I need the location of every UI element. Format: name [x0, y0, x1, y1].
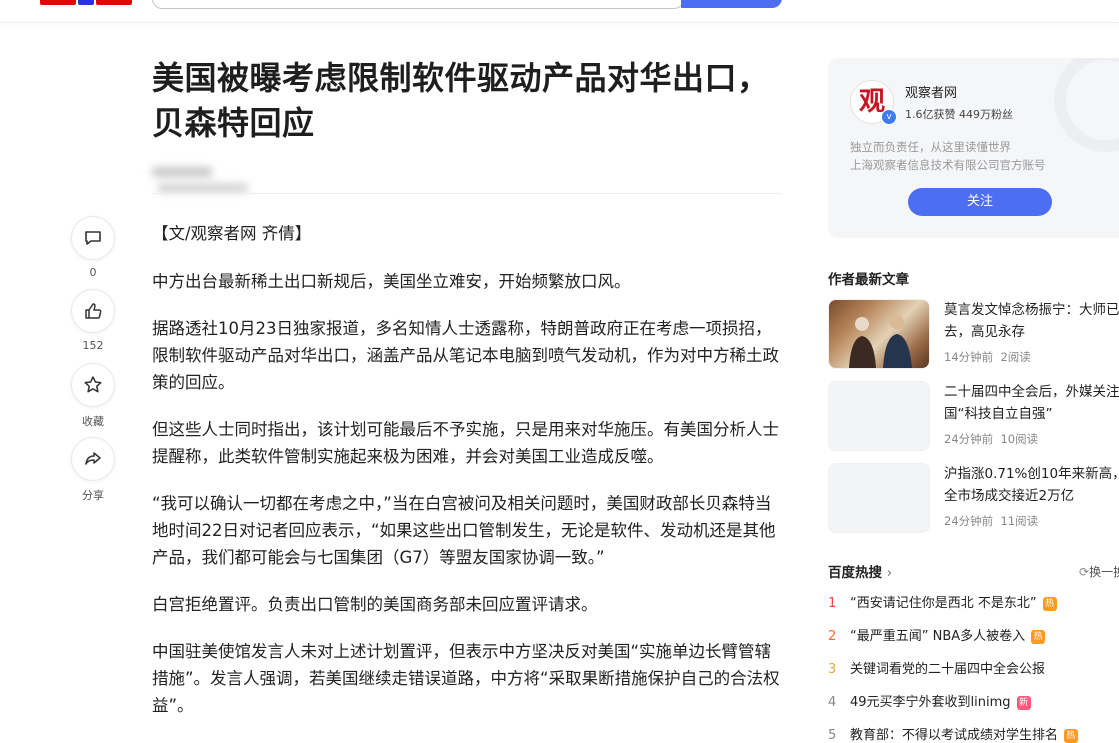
hot-badge: 新 — [1016, 696, 1031, 710]
hot-badge: 热 — [1064, 729, 1079, 743]
favorite-label: 收藏 — [82, 415, 104, 428]
refresh-hot-button[interactable]: ⟳换一换 — [1079, 563, 1119, 580]
hot-search-item[interactable]: 3 关键词看党的二十届四中全会公报 — [828, 658, 1119, 677]
favorite-button[interactable] — [71, 363, 115, 407]
top-bar — [0, 0, 1119, 23]
hot-search-text[interactable]: “最严重五闻” NBA多人被卷入 — [850, 629, 1025, 644]
hot-search-text[interactable]: 关键词看党的二十届四中全会公报 — [850, 662, 1045, 677]
follow-button[interactable]: 关注 — [908, 188, 1052, 216]
article-reads: 10阅读 — [1000, 432, 1039, 446]
comment-action[interactable]: 0 — [71, 216, 115, 279]
article-thumbnail[interactable] — [828, 299, 930, 369]
article-byline: 【文/观察者网 齐倩】 — [152, 224, 312, 243]
comment-button[interactable] — [71, 216, 115, 260]
hot-badge: 热 — [1042, 597, 1057, 611]
photo-thumbnail-icon — [849, 315, 912, 368]
search-button[interactable] — [681, 0, 782, 8]
like-action[interactable]: 152 — [71, 289, 115, 352]
author-stats: 1.6亿获赞 449万粉丝 — [905, 108, 1013, 121]
like-button[interactable] — [71, 289, 115, 333]
article-time: 24分钟前 — [944, 432, 994, 446]
article-body: 【文/观察者网 齐倩】 中方出台最新稀土出口新规后，美国坐立难安，开始频繁放口风… — [152, 220, 784, 739]
card-decoration — [1054, 58, 1119, 152]
hot-rank: 2 — [828, 629, 837, 644]
hot-search-title[interactable]: 百度热搜 — [828, 565, 882, 581]
author-description: 独立而负责任，从这里读懂世界 上海观察者信息技术有限公司官方账号 — [850, 138, 1046, 174]
refresh-icon: ⟳ — [1079, 565, 1090, 579]
latest-article-title[interactable]: 莫言发文悼念杨振宁：大师已去，高见永存 — [944, 299, 1119, 343]
article-paragraph: 中方出台最新稀土出口新规后，美国坐立难安，开始频繁放口风。 — [152, 272, 631, 291]
hot-rank: 1 — [828, 596, 837, 611]
hot-search-item[interactable]: 5 教育部：不得以考试成绩对学生排名热 — [828, 724, 1119, 743]
latest-article-item[interactable]: 二十届四中全会后，外媒关注中国“科技自立自强” 24分钟前 10阅读 — [828, 381, 1119, 451]
hot-search-item[interactable]: 2 “最严重五闻” NBA多人被卷入热 — [828, 625, 1119, 644]
article-paragraph: 中国驻美使馆发言人未对上述计划置评，但表示中方坚决反对美国“实施单边长臂管辖措施… — [152, 642, 780, 715]
article-title-line-1: 美国被曝考虑限制软件驱动产品对华出口， — [152, 59, 770, 97]
thumbs-up-icon — [85, 303, 102, 319]
hot-search-text[interactable]: “西安请记住你是西北 不是东北” — [850, 596, 1037, 611]
verified-icon: v — [881, 109, 897, 125]
article-time: 24分钟前 — [944, 514, 994, 528]
latest-articles-heading: 作者最新文章 — [828, 272, 909, 288]
baidu-logo[interactable] — [40, 0, 136, 5]
article-reads: 2阅读 — [1000, 350, 1031, 364]
share-label: 分享 — [82, 489, 104, 502]
author-name[interactable]: 观察者网 — [905, 82, 957, 101]
share-icon — [85, 452, 101, 465]
article-paragraph: “我可以确认一切都在考虑之中，”当在白宫被问及相关问题时，美国财政部长贝森特当地… — [152, 494, 776, 567]
article-reads: 11阅读 — [1000, 514, 1039, 528]
latest-article-title[interactable]: 二十届四中全会后，外媒关注中国“科技自立自强” — [944, 381, 1119, 425]
hot-rank: 3 — [828, 662, 837, 677]
hot-search-text[interactable]: 教育部：不得以考试成绩对学生排名 — [850, 728, 1058, 743]
hot-rank: 5 — [828, 728, 837, 743]
search-input[interactable] — [152, 0, 684, 9]
latest-article-meta: 24分钟前 10阅读 — [944, 431, 1038, 447]
author-desc-line-2: 上海观察者信息技术有限公司官方账号 — [850, 158, 1046, 172]
like-count: 152 — [82, 339, 104, 352]
author-card: 观 v 观察者网 1.6亿获赞 449万粉丝 独立而负责任，从这里读懂世界 上海… — [828, 58, 1119, 238]
latest-article-meta: 14分钟前 2阅读 — [944, 349, 1031, 365]
hot-badge: 热 — [1031, 630, 1046, 644]
article-title-line-2: 贝森特回应 — [152, 104, 315, 142]
author-avatar[interactable]: 观 v — [850, 80, 897, 125]
hot-search-heading[interactable]: 百度热搜 › — [828, 561, 892, 581]
latest-article-meta: 24分钟前 11阅读 — [944, 513, 1038, 529]
refresh-label: 换一换 — [1089, 565, 1119, 579]
article-paragraph: 据路透社10月23日独家报道，多名知情人士透露称，特朗普政府正在考虑一项损招，限… — [152, 319, 779, 392]
comment-icon — [85, 231, 101, 245]
article-paragraph: 但这些人士同时指出，该计划可能最后不予实施，只是用来对华施压。有美国分析人士提醒… — [152, 420, 779, 466]
favorite-action[interactable]: 收藏 — [71, 363, 115, 429]
hot-search-text[interactable]: 49元买李宁外套收到linimg — [850, 695, 1011, 710]
hot-search-item[interactable]: 4 49元买李宁外套收到linimg 新 — [828, 691, 1119, 710]
share-action[interactable]: 分享 — [71, 437, 115, 503]
chevron-right-icon: › — [886, 565, 893, 581]
article-paragraph: 白宫拒绝置评。负责出口管制的美国商务部未回应置评请求。 — [152, 595, 598, 614]
share-button[interactable] — [71, 437, 115, 481]
article-time: 14分钟前 — [944, 350, 994, 364]
latest-article-item[interactable]: 沪指涨0.71%创10年来新高，全市场成交接近2万亿 24分钟前 11阅读 — [828, 463, 1119, 533]
article-meta-blurred — [152, 165, 312, 193]
article-thumbnail[interactable] — [828, 463, 930, 533]
latest-article-item[interactable]: 莫言发文悼念杨振宁：大师已去，高见永存 14分钟前 2阅读 — [828, 299, 1119, 369]
hot-search-item[interactable]: 1 “西安请记住你是西北 不是东北” 热 — [828, 592, 1119, 611]
hot-rank: 4 — [828, 695, 837, 710]
title-divider — [152, 193, 782, 194]
article-thumbnail[interactable] — [828, 381, 930, 451]
article-title: 美国被曝考虑限制软件驱动产品对华出口， 贝森特回应 — [152, 56, 782, 146]
author-desc-line-1: 独立而负责任，从这里读懂世界 — [850, 140, 1011, 154]
latest-article-title[interactable]: 沪指涨0.71%创10年来新高，全市场成交接近2万亿 — [944, 463, 1119, 507]
comment-count: 0 — [89, 266, 97, 279]
star-icon — [84, 376, 102, 393]
